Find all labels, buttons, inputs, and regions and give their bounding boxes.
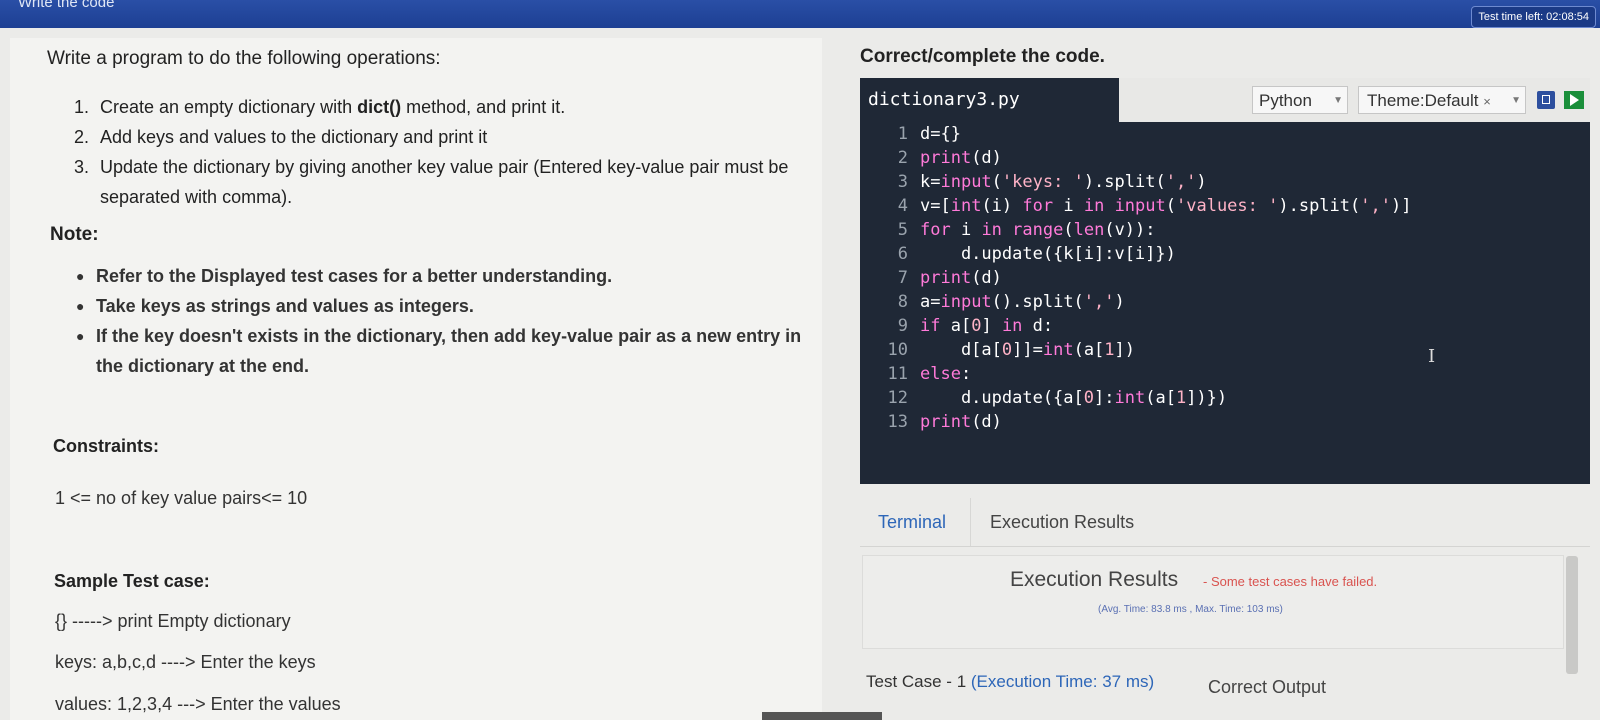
screen-bezel — [762, 712, 882, 720]
step-item: 2. Add keys and values to the dictionary… — [74, 127, 488, 147]
code-line[interactable]: 9 if a[0] in d: — [860, 314, 1596, 338]
sample-line: {} -----> print Empty dictionary — [55, 611, 291, 631]
text-cursor-icon: I — [1428, 346, 1436, 367]
code-line[interactable]: 8 a=input().split(',') — [860, 290, 1596, 314]
results-title: Execution Results — [1010, 568, 1179, 591]
step-item: 1. Create an empty dictionary with dict(… — [74, 97, 566, 117]
code-line[interactable]: 1 d={} — [860, 122, 1596, 146]
constraints-text: 1 <= no of key value pairs<= 10 — [55, 488, 308, 508]
page-title: Write the code — [18, 0, 115, 11]
notes-list: ● Refer to the Displayed test cases for a… — [76, 261, 816, 381]
code-line[interactable]: 3 k=input('keys: ').split(',') — [860, 170, 1596, 194]
results-scrollbar[interactable] — [1566, 556, 1578, 674]
steps-list: 1. Create an empty dictionary with dict(… — [74, 92, 814, 212]
note-item: ● Take keys as strings and values as inte… — [76, 291, 816, 321]
save-icon[interactable] — [1537, 91, 1555, 109]
chevron-down-icon: ▼ — [1333, 95, 1343, 106]
tab-terminal[interactable]: Terminal — [878, 512, 946, 533]
step-item: 3. Update the dictionary by giving anoth… — [74, 157, 789, 207]
editor-heading: Correct/complete the code. — [860, 46, 1105, 67]
problem-heading: Write a program to do the following oper… — [47, 48, 441, 69]
code-line[interactable]: 4 v=[int(i) for i in input('values: ').sp… — [860, 194, 1596, 218]
results-panel — [862, 555, 1564, 649]
test-timer: Test time left: 02:08:54 — [1471, 6, 1596, 28]
correct-output-label: Correct Output — [1208, 677, 1327, 697]
code-line[interactable]: 6 d.update({k[i]:v[i]}) — [860, 242, 1596, 266]
theme-select[interactable]: Theme:Default × ▼ — [1358, 86, 1526, 114]
problem-panel: Write a program to do the following oper… — [10, 38, 822, 720]
run-icon[interactable] — [1564, 91, 1584, 109]
constraints-heading: Constraints: — [53, 436, 160, 456]
bullet-icon: ● — [76, 298, 85, 314]
chevron-down-icon: ▼ — [1511, 95, 1521, 106]
code-line[interactable]: 10 d[a[0]]=int(a[1]) — [860, 338, 1596, 362]
close-icon[interactable]: × — [1483, 94, 1491, 109]
code-line[interactable]: 11 else: — [860, 362, 1596, 386]
top-bar: Write the code Test time left: 02:08:54 — [0, 0, 1600, 28]
bullet-icon: ● — [76, 328, 85, 344]
file-tab[interactable]: dictionary3.py — [860, 78, 1119, 122]
code-line[interactable]: 2 print(d) — [860, 146, 1596, 170]
code-line[interactable]: 5 for i in range(len(v)): — [860, 218, 1596, 242]
note-item: ● Refer to the Displayed test cases for a… — [76, 261, 816, 291]
code-line[interactable]: 12 d.update({a[0]:int(a[1])}) — [860, 386, 1596, 410]
language-select[interactable]: Python ▼ — [1252, 86, 1348, 114]
sample-line: keys: a,b,c,d ----> Enter the keys — [55, 652, 316, 672]
status-message: - Some test cases have failed. — [1203, 574, 1378, 589]
note-item: ● If the key doesn't exists in the dictio… — [76, 321, 816, 381]
testcase-header[interactable]: Test Case - 1 (Execution Time: 37 ms) — [866, 668, 1196, 696]
note-heading: Note: — [50, 224, 99, 245]
bullet-icon: ● — [76, 268, 85, 284]
code-line[interactable]: 7 print(d) — [860, 266, 1596, 290]
code-editor[interactable]: 1 d={} 2 print(d) 3 k=input('keys: ').split… — [860, 122, 1590, 484]
timing-info: (Avg. Time: 83.8 ms , Max. Time: 103 ms) — [1098, 604, 1283, 615]
code-line[interactable]: 13 print(d) — [860, 410, 1596, 434]
tab-divider — [970, 498, 971, 546]
sample-heading: Sample Test case: — [54, 571, 210, 591]
tab-underline — [860, 546, 1590, 547]
tab-execution-results[interactable]: Execution Results — [990, 512, 1134, 533]
sample-line: values: 1,2,3,4 ---> Enter the values — [55, 694, 341, 714]
